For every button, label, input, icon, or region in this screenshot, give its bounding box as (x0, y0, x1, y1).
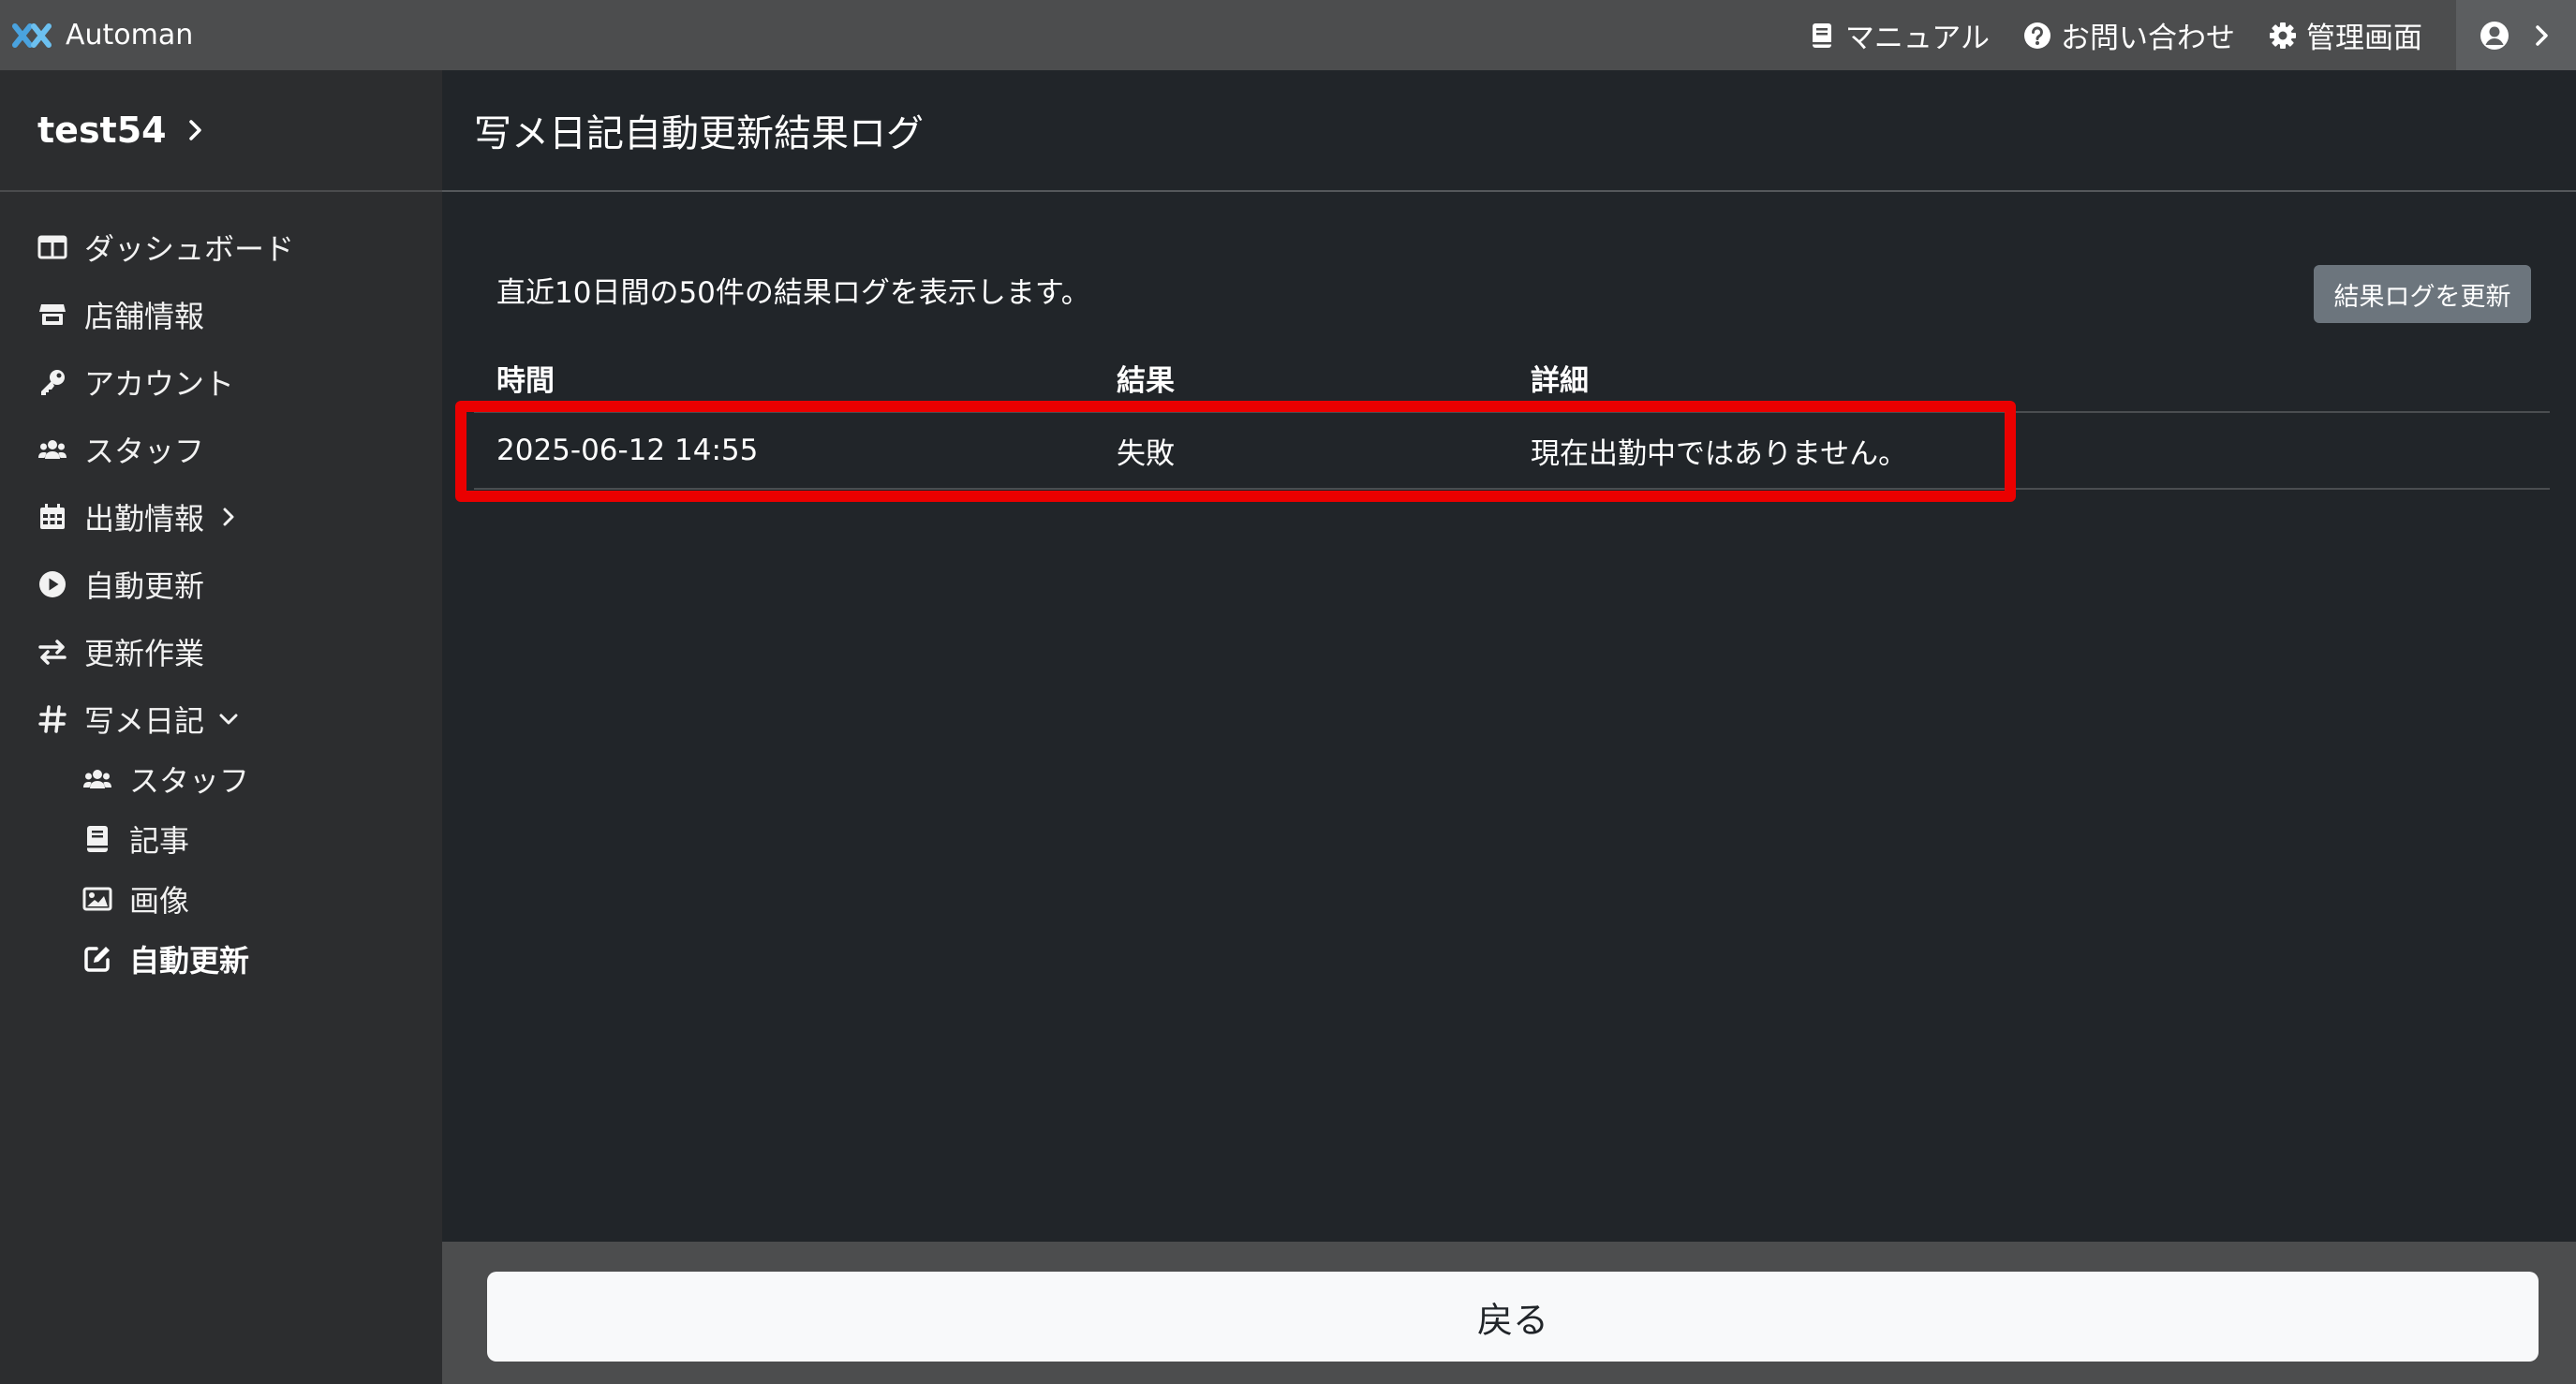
app-name: Automan (66, 19, 194, 52)
row-time: 2025-06-12 14:55 (496, 434, 759, 467)
title-divider (442, 190, 2576, 192)
sidebar-subitem-staff[interactable]: スタッフ (82, 758, 249, 801)
sidebar-subitem-images[interactable]: 画像 (82, 877, 189, 920)
sidebar-subitem-auto-update[interactable]: 自動更新 (82, 937, 249, 980)
table-row: 2025-06-12 14:55 失敗 現在出勤中ではありません。 (474, 413, 2550, 490)
column-header-time: 時間 (496, 363, 555, 398)
calendar-icon (40, 504, 65, 529)
sidebar: test54 ダッシュボード 店舗情報 アカウント スタッフ 出勤情報 自動更新… (0, 70, 442, 1384)
sidebar-item-photo-diary[interactable]: 写メ日記 (37, 698, 238, 741)
chevron-right-icon (223, 508, 234, 526)
book-icon (1812, 22, 1831, 48)
key-icon (41, 370, 65, 395)
sidebar-item-attendance[interactable]: 出勤情報 (37, 495, 238, 538)
manual-link-label: マニュアル (1844, 22, 1990, 55)
sidebar-item-label: 更新作業 (84, 636, 205, 671)
dashboard-icon (37, 235, 67, 259)
user-menu-button[interactable] (2456, 0, 2576, 70)
contact-link[interactable]: お問い合わせ (2023, 14, 2235, 56)
main-content: 写メ日記自動更新結果ログ 直近10日間の50件の結果ログを表示します。 結果ログ… (442, 70, 2576, 1384)
contact-link-label: お問い合わせ (2061, 22, 2235, 55)
table-header: 時間 結果 詳細 (474, 344, 2550, 413)
brand[interactable]: Automan (11, 0, 193, 70)
sidebar-item-label: アカウント (84, 366, 235, 402)
sidebar-divider (0, 190, 442, 192)
users-icon (83, 770, 111, 788)
hashtag-icon (38, 705, 67, 733)
footer-bar: 戻る (442, 1242, 2576, 1384)
log-description: 直近10日間の50件の結果ログを表示します。 (496, 276, 1090, 310)
sidebar-item-label: 画像 (129, 883, 190, 919)
chevron-down-icon (219, 714, 238, 725)
image-icon (82, 887, 112, 911)
gear-icon (2270, 22, 2296, 49)
row-result: 失敗 (1117, 436, 1175, 471)
sidebar-item-account[interactable]: アカウント (37, 361, 234, 404)
sidebar-item-label: ダッシュボード (84, 231, 295, 267)
admin-link[interactable]: 管理画面 (2269, 14, 2422, 56)
book-icon (87, 826, 108, 852)
chevron-right-icon (2536, 24, 2548, 46)
top-navbar: Automan マニュアル お問い合わせ 管理画面 (0, 0, 2576, 70)
user-circle-icon (2480, 21, 2509, 50)
sidebar-item-store-info[interactable]: 店舗情報 (37, 293, 204, 336)
users-icon (38, 440, 67, 459)
store-name: test54 (37, 110, 167, 151)
chevron-right-icon (188, 120, 201, 140)
sidebar-item-label: 店舗情報 (84, 299, 205, 334)
result-log-table: 時間 結果 詳細 2025-06-12 14:55 失敗 現在出勤中ではありませ… (474, 344, 2550, 490)
refresh-log-button[interactable]: 結果ログを更新 (2314, 265, 2531, 323)
column-header-result: 結果 (1117, 363, 1175, 398)
sidebar-item-label: スタッフ (129, 763, 250, 799)
manual-link[interactable]: マニュアル (1808, 14, 1990, 56)
sidebar-item-dashboard[interactable]: ダッシュボード (37, 226, 294, 269)
question-circle-icon (2024, 22, 2050, 49)
sidebar-item-update-work[interactable]: 更新作業 (37, 630, 204, 673)
sidebar-item-label: 記事 (129, 823, 190, 859)
play-circle-icon (39, 571, 66, 597)
sidebar-item-label: 自動更新 (129, 943, 250, 979)
column-header-detail: 詳細 (1531, 363, 1589, 398)
store-selector[interactable]: test54 (37, 70, 206, 190)
sidebar-item-label: 写メ日記 (84, 703, 205, 739)
row-detail: 現在出勤中ではありません。 (1531, 436, 1908, 471)
store-icon (39, 304, 66, 325)
sidebar-item-label: スタッフ (84, 434, 205, 469)
edit-icon (84, 947, 110, 972)
sidebar-item-auto-update[interactable]: 自動更新 (37, 563, 204, 606)
automan-logo-icon (12, 22, 52, 48)
sidebar-item-label: 自動更新 (84, 568, 205, 604)
page-title: 写メ日記自動更新結果ログ (474, 112, 924, 155)
back-button[interactable]: 戻る (487, 1272, 2539, 1362)
exchange-icon (38, 640, 67, 665)
sidebar-subitem-articles[interactable]: 記事 (82, 817, 189, 861)
admin-link-label: 管理画面 (2306, 22, 2422, 55)
sidebar-item-staff[interactable]: スタッフ (37, 428, 204, 471)
sidebar-item-label: 出勤情報 (84, 501, 205, 537)
